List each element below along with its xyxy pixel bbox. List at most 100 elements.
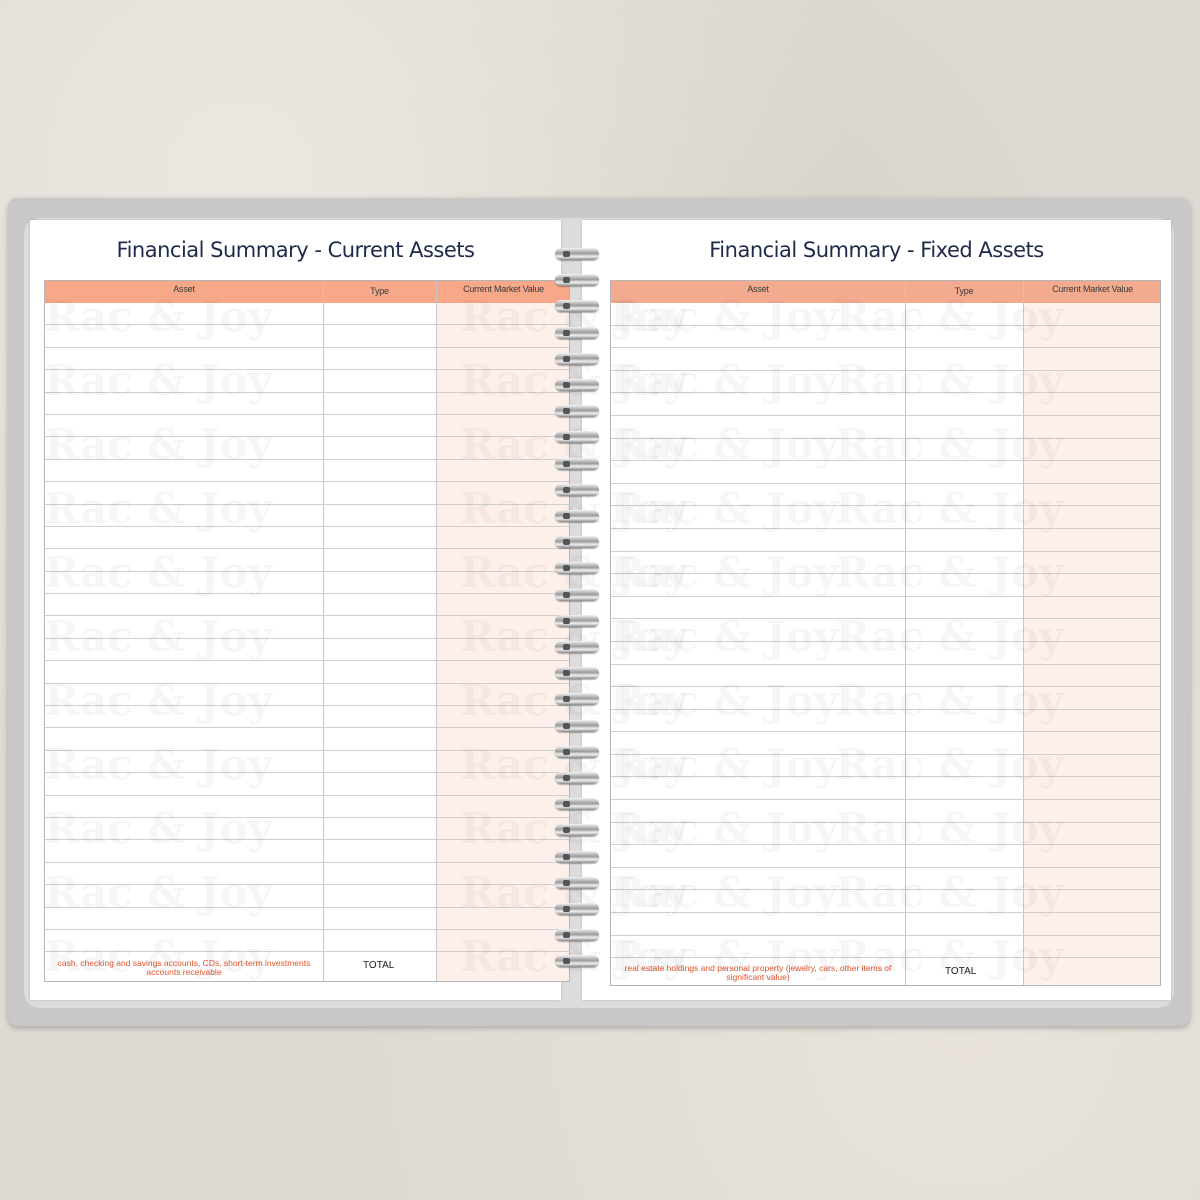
table-row (611, 665, 1160, 688)
column-header-market-value: Current Market Value (1052, 284, 1133, 294)
spiral-coil (555, 562, 599, 575)
table-row (611, 777, 1160, 801)
table-row (45, 348, 569, 371)
table-row (45, 370, 569, 393)
table-row (611, 619, 1160, 642)
table-row (45, 437, 569, 460)
spiral-coil (555, 379, 599, 391)
current-assets-table: Asset Type Current Market Value cash, ch… (44, 280, 570, 982)
category-footnote: real estate holdings and personal proper… (624, 963, 892, 982)
table-row (45, 594, 569, 617)
table-row (45, 684, 569, 707)
table-row (611, 890, 1160, 914)
table-row (611, 529, 1160, 552)
table-row (611, 597, 1160, 620)
spiral-coil (555, 405, 599, 418)
table-row (611, 710, 1160, 733)
table-row (611, 687, 1160, 710)
spiral-coil (555, 667, 599, 680)
spiral-coil (555, 326, 599, 339)
table-row (45, 527, 569, 550)
table-row (611, 800, 1160, 823)
table-row (611, 845, 1160, 868)
spiral-coil (555, 850, 599, 863)
total-label: TOTAL (363, 960, 395, 971)
spiral-coil (555, 510, 599, 522)
table-row (45, 751, 569, 774)
table-row (611, 936, 1160, 959)
table-row (45, 415, 569, 438)
column-header-asset: Asset (747, 284, 769, 294)
table-row (611, 484, 1160, 507)
fixed-assets-table: Asset Type Current Market Value real est… (610, 280, 1161, 986)
column-divider (1023, 281, 1024, 985)
table-row (611, 326, 1160, 349)
page-title: Financial Summary - Current Assets (116, 238, 475, 262)
table-row (611, 823, 1160, 846)
table-row (611, 642, 1160, 665)
column-header-type: Type (370, 286, 389, 296)
spiral-coil (555, 641, 599, 653)
table-row (45, 885, 569, 908)
table-row (45, 325, 569, 348)
table-row (45, 505, 569, 527)
table-row (611, 348, 1160, 371)
spiral-coil (555, 248, 599, 260)
table-row (611, 461, 1160, 484)
table-row (611, 506, 1160, 529)
table-row (45, 393, 569, 415)
spiral-coil (555, 903, 599, 915)
total-label: TOTAL (945, 966, 977, 977)
table-row (45, 616, 569, 639)
column-divider (436, 281, 437, 981)
spiral-coil (555, 536, 599, 549)
page-title: Financial Summary - Fixed Assets (709, 238, 1044, 262)
table-row (45, 908, 569, 930)
table-row (611, 732, 1160, 755)
table-row (45, 706, 569, 729)
spiral-coil (555, 614, 599, 627)
table-row (611, 303, 1160, 326)
table-row (45, 728, 569, 751)
table-rows (611, 303, 1160, 985)
left-page: Financial Summary - Current Assets Asset… (30, 220, 570, 1000)
table-header: Asset Type Current Market Value (611, 281, 1160, 303)
table-row (45, 773, 569, 796)
spiral-coil (555, 929, 599, 942)
column-header-market-value: Current Market Value (463, 284, 544, 294)
table-row (45, 482, 569, 505)
table-row (611, 552, 1160, 575)
column-header-asset: Asset (173, 284, 195, 294)
spiral-coil (555, 798, 599, 811)
table-row (45, 796, 569, 818)
table-header: Asset Type Current Market Value (45, 281, 569, 303)
table-row (45, 639, 569, 662)
category-footnote: cash, checking and savings accounts, CDs… (57, 958, 311, 977)
column-header-type: Type (954, 286, 974, 296)
table-row (611, 868, 1160, 891)
spiral-coil (555, 824, 599, 837)
table-row (611, 755, 1160, 778)
table-row (611, 371, 1160, 394)
table-row (45, 863, 569, 886)
spiral-coil (555, 772, 599, 784)
table-row (611, 439, 1160, 462)
spiral-coil (555, 745, 599, 758)
spiral-coil (555, 693, 599, 706)
table-row (45, 661, 569, 684)
table-row (45, 818, 569, 841)
table-row (611, 574, 1160, 597)
table-row (45, 460, 569, 483)
table-row (45, 572, 569, 595)
spiral-coil (555, 876, 599, 889)
spiral-coil (555, 300, 599, 313)
spiral-coil (555, 483, 599, 496)
table-row (45, 930, 569, 953)
spiral-coil (555, 457, 599, 470)
table-row (45, 549, 569, 572)
column-divider (905, 281, 906, 985)
spiral-coil (555, 352, 599, 365)
table-row (611, 393, 1160, 416)
table-rows (45, 303, 569, 981)
spiral-coil (555, 431, 599, 444)
